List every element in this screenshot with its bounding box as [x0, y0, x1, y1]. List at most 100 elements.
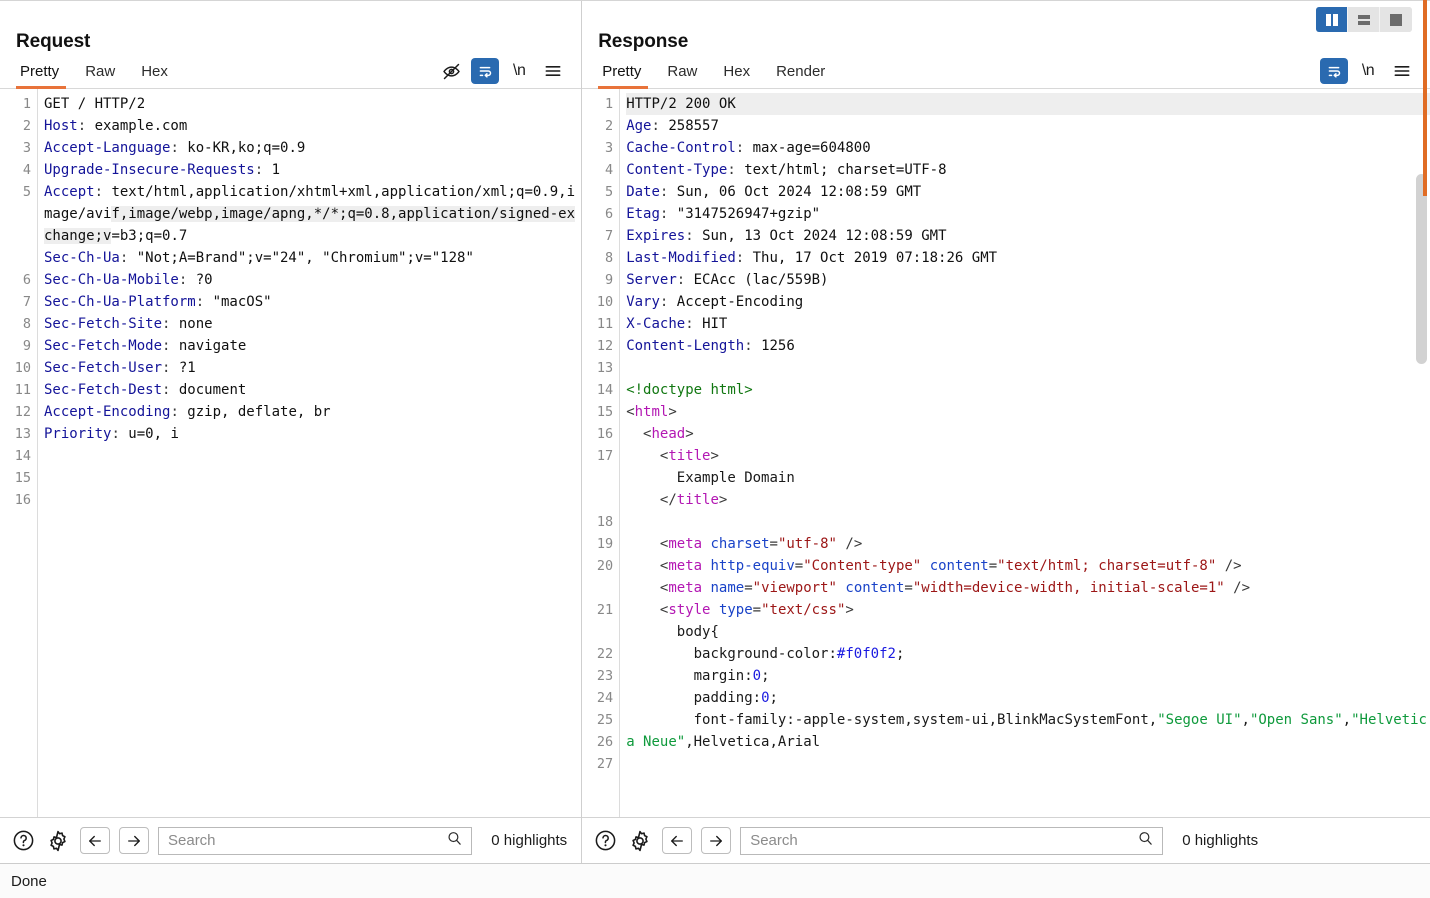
code-line: Sec-Ch-Ua: "Not;A=Brand";v="24", "Chromi…: [44, 250, 474, 266]
layout-horizontal-split-button[interactable]: [1348, 7, 1380, 32]
code-line: <title>: [659, 448, 719, 464]
request-word-wrap-button[interactable]: [471, 58, 500, 84]
http-message-viewer: Request Pretty Raw Hex \n 1 2 3 4 5 6 7 …: [0, 0, 1430, 898]
request-code[interactable]: GET / HTTP/2 Host: example.com Accept-Lang…: [38, 89, 581, 817]
response-editor[interactable]: 1234567 8910111213 14151617 .. 181920. 2…: [582, 89, 1430, 817]
response-newline-button[interactable]: \n: [1354, 58, 1382, 84]
layout-vertical-split-button[interactable]: [1316, 7, 1348, 32]
code-line: Date: Sun, 06 Oct 2024 12:08:59 GMT: [626, 184, 922, 200]
code-line: <!doctype html>: [626, 382, 753, 398]
code-line: Etag: "3147526947+gzip": [626, 206, 821, 222]
response-find-bar: 0 highlights: [582, 817, 1430, 863]
request-menu-button[interactable]: [539, 58, 567, 84]
response-tab-strip: Pretty Raw Hex Render \n: [582, 53, 1430, 89]
code-line: </title>: [659, 492, 728, 508]
code-line: Expires: Sun, 13 Oct 2024 12:08:59 GMT: [626, 228, 947, 244]
code-line: Vary: Accept-Encoding: [626, 294, 804, 310]
response-word-wrap-button[interactable]: [1320, 58, 1348, 84]
request-highlights-count: 0 highlights: [491, 832, 568, 849]
horizontal-split-icon: [1357, 14, 1370, 25]
request-tools: \n: [437, 58, 567, 84]
gear-icon: [632, 830, 648, 851]
request-eye-slash-button[interactable]: [437, 58, 465, 84]
request-help-button[interactable]: [10, 828, 36, 854]
request-newline-button[interactable]: \n: [505, 58, 533, 84]
response-pane: Response Pretty Raw Hex Render \n 1 2 3 …: [582, 1, 1430, 863]
arrow-left-icon: [671, 835, 684, 846]
hamburger-menu-icon: [1394, 66, 1410, 76]
request-line-numbers: 12345 ... 678910 111213141516: [0, 89, 38, 817]
code-line: Content-Type: text/html; charset=UTF-8: [626, 162, 947, 178]
request-editor[interactable]: 12345 ... 678910 111213141516 GET / HTTP…: [0, 89, 582, 817]
newline-icon: \n: [513, 62, 526, 79]
code-line: GET / HTTP/2: [44, 96, 146, 112]
response-find-next-button[interactable]: [701, 827, 732, 854]
request-find-prev-button[interactable]: [80, 827, 110, 854]
tab-response-pretty[interactable]: Pretty: [598, 64, 654, 89]
request-title: Request: [16, 31, 91, 52]
tab-request-hex[interactable]: Hex: [128, 64, 181, 88]
code-line: Cache-Control: max-age=604800: [626, 140, 871, 156]
request-search-box[interactable]: [158, 826, 473, 855]
response-find-prev-button[interactable]: [662, 827, 693, 854]
code-line: Host: example.com: [44, 118, 188, 134]
response-code[interactable]: HTTP/2 200 OK Age: 258557 Cache-Control: m…: [620, 89, 1430, 817]
layout-toggle-group[interactable]: [1316, 7, 1412, 32]
response-search-input[interactable]: [741, 827, 1163, 854]
response-search-box[interactable]: [740, 826, 1164, 855]
response-help-button[interactable]: [592, 828, 618, 854]
response-line-numbers: 1234567 8910111213 14151617 .. 181920. 2…: [582, 89, 621, 817]
response-scrollbar[interactable]: [1416, 89, 1427, 817]
tab-response-raw[interactable]: Raw: [654, 64, 710, 88]
code-line: Priority: u=0, i: [44, 426, 179, 442]
tab-request-pretty[interactable]: Pretty: [16, 64, 72, 89]
code-line: body{: [676, 624, 719, 640]
code-line: <meta name="viewport" content="width=dev…: [659, 580, 1251, 596]
code-line: <head>: [643, 426, 694, 442]
tab-request-raw[interactable]: Raw: [72, 64, 128, 88]
tab-response-render[interactable]: Render: [763, 64, 838, 88]
code-line: margin:0;: [693, 668, 770, 684]
response-title: Response: [598, 31, 689, 52]
response-highlights-count: 0 highlights: [1182, 832, 1259, 849]
response-settings-button[interactable]: [627, 828, 653, 854]
code-line: background-color:#f0f0f2;: [693, 646, 905, 662]
code-line: Last-Modified: Thu, 17 Oct 2019 07:18:26…: [626, 250, 998, 266]
right-edge-accent-bar: [1423, 0, 1427, 196]
hamburger-menu-icon: [545, 66, 561, 76]
code-line: Sec-Ch-Ua-Platform: "macOS": [44, 294, 272, 310]
arrow-right-icon: [128, 835, 140, 846]
code-line: Sec-Fetch-Site: none: [44, 316, 213, 332]
code-line: Sec-Fetch-Dest: document: [44, 382, 247, 398]
request-tab-strip: Pretty Raw Hex \n: [0, 53, 582, 89]
help-icon: [13, 830, 33, 851]
request-find-next-button[interactable]: [119, 827, 149, 854]
code-line: Accept-Encoding: gzip, deflate, br: [44, 404, 331, 420]
response-header: Response: [582, 1, 1430, 53]
code-line: Age: 258557: [626, 118, 719, 134]
code-line: Upgrade-Insecure-Requests: 1: [44, 162, 281, 178]
gear-icon: [50, 830, 66, 851]
tab-response-hex[interactable]: Hex: [710, 64, 763, 88]
code-line: padding:0;: [693, 690, 778, 706]
code-line: HTTP/2 200 OK: [626, 93, 1430, 115]
code-line: Sec-Fetch-Mode: navigate: [44, 338, 247, 354]
layout-single-pane-button[interactable]: [1380, 7, 1412, 32]
code-line: <style type="text/css">: [659, 602, 854, 618]
code-line: Accept-Language: ko-KR,ko;q=0.9: [44, 140, 306, 156]
help-icon: [595, 830, 616, 851]
code-line: <html>: [626, 404, 677, 420]
code-line: Accept: text/html,application/xhtml+xml,…: [44, 184, 576, 244]
request-header: Request: [0, 1, 582, 53]
response-scrollbar-thumb[interactable]: [1416, 174, 1427, 364]
request-settings-button[interactable]: [45, 828, 71, 854]
vertical-split-icon: [1325, 13, 1338, 26]
request-search-input[interactable]: [159, 827, 472, 854]
code-line: Sec-Fetch-User: ?1: [44, 360, 196, 376]
word-wrap-icon: [477, 63, 493, 79]
code-line: Example Domain: [676, 470, 795, 486]
response-menu-button[interactable]: [1388, 58, 1416, 84]
